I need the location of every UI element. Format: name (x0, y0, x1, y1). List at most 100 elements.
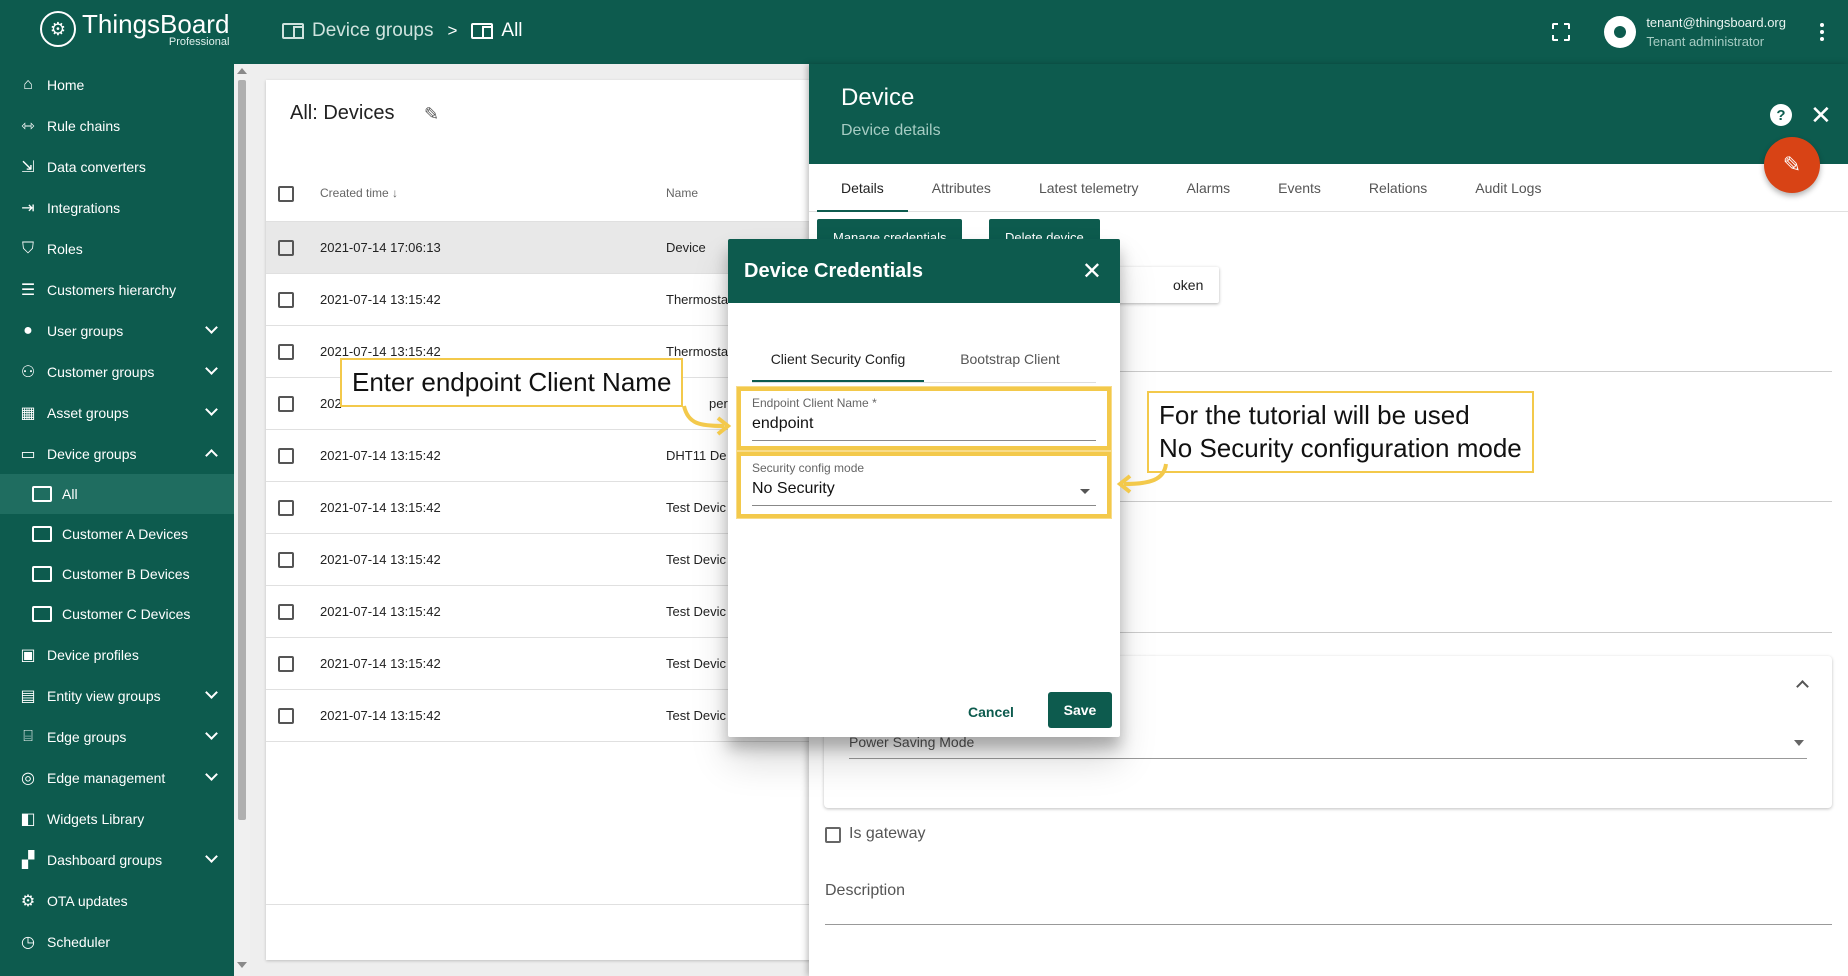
sidebar-subitem-customer-c-devices[interactable]: Customer C Devices (0, 594, 234, 634)
cancel-button[interactable]: Cancel (968, 704, 1014, 720)
tab-events[interactable]: Events (1254, 164, 1345, 212)
sidebar-item-customer-groups[interactable]: ⚇ Customer groups (0, 351, 234, 392)
sidebar-item-device-profiles[interactable]: ▣ Device profiles (0, 634, 234, 675)
is-gateway-checkbox[interactable] (825, 827, 841, 843)
dropdown-arrow-icon[interactable] (1794, 740, 1804, 746)
row-checkbox[interactable] (278, 708, 294, 724)
data-converters-icon: ⇲ (21, 158, 35, 176)
sidebar-item-device-groups[interactable]: ▭ Device groups (0, 433, 234, 474)
sidebar-item-user-groups[interactable]: ● User groups (0, 310, 234, 351)
tab-bootstrap-client[interactable]: Bootstrap Client (924, 335, 1096, 382)
sidebar-item-edge-management[interactable]: ◎ Edge management (0, 757, 234, 798)
security-mode-highlight (737, 452, 1111, 518)
panel-header: Device Device details ? ✕ (809, 64, 1848, 164)
tab-details[interactable]: Details (817, 164, 908, 212)
entity-view-icon: ▤ (20, 687, 36, 705)
callout-arrow-right (1116, 463, 1168, 494)
user-email: tenant@thingsboard.org (1646, 15, 1786, 30)
sidebar-item-customers-hierarchy[interactable]: ☰ Customers hierarchy (0, 269, 234, 310)
thingsboard-logo-icon: ⚙ (40, 11, 76, 47)
sidebar-item-entity-view-groups[interactable]: ▤ Entity view groups (0, 675, 234, 716)
chevron-down-icon (205, 362, 218, 375)
scroll-up-icon[interactable] (237, 68, 247, 74)
close-icon[interactable]: ✕ (1082, 257, 1102, 286)
copy-access-token-button[interactable]: oken (1109, 267, 1220, 303)
chevron-up-icon (205, 449, 218, 462)
close-icon[interactable]: ✕ (1810, 100, 1832, 131)
top-bar: ⚙ ThingsBoard Professional Device groups… (0, 0, 1848, 64)
edge-management-icon: ◎ (21, 769, 35, 787)
row-checkbox[interactable] (278, 240, 294, 256)
sidebar-item-scheduler[interactable]: ◷ Scheduler (0, 921, 234, 962)
row-checkbox[interactable] (278, 604, 294, 620)
dialog-header: Device Credentials ✕ (728, 239, 1120, 303)
sidebar-item-home[interactable]: ⌂ Home (0, 64, 234, 105)
tab-relations[interactable]: Relations (1345, 164, 1451, 212)
breadcrumb-device-groups[interactable]: Device groups (282, 20, 433, 42)
breadcrumb: Device groups > All (282, 20, 523, 42)
sidebar-item-data-converters[interactable]: ⇲ Data converters (0, 146, 234, 187)
edit-fab-button[interactable]: ✎ (1764, 137, 1820, 193)
tab-alarms[interactable]: Alarms (1163, 164, 1255, 212)
row-checkbox[interactable] (278, 500, 294, 516)
panel-title: Device (841, 84, 915, 111)
tab-client-security-config[interactable]: Client Security Config (752, 335, 924, 382)
column-created-time[interactable]: Created time ↓ (320, 186, 398, 200)
sidebar-item-edge-groups[interactable]: ⌸ Edge groups (0, 716, 234, 757)
panel-subtitle: Device details (841, 122, 941, 139)
sidebar-item-widgets-library[interactable]: ◧ Widgets Library (0, 798, 234, 839)
row-checkbox[interactable] (278, 396, 294, 412)
table-title: All: Devices (290, 102, 395, 124)
logo-subtitle: Professional (168, 36, 230, 48)
sidebar-item-asset-groups[interactable]: ▦ Asset groups (0, 392, 234, 433)
sidebar-item-ota-updates[interactable]: ⚙ OTA updates (0, 880, 234, 921)
user-info[interactable]: tenant@thingsboard.org Tenant administra… (1646, 15, 1786, 49)
tab-audit-logs[interactable]: Audit Logs (1451, 164, 1565, 212)
more-menu-icon[interactable] (1812, 23, 1832, 41)
chevron-down-icon (205, 768, 218, 781)
edit-icon[interactable]: ✎ (424, 104, 439, 125)
description-field[interactable]: Description (825, 882, 905, 900)
sidebar-item-roles[interactable]: ⛉ Roles (0, 228, 234, 269)
user-groups-icon: ● (23, 321, 33, 339)
sidebar-item-rule-chains[interactable]: ⇿ Rule chains (0, 105, 234, 146)
row-checkbox[interactable] (278, 292, 294, 308)
sidebar-subitem-all[interactable]: All (0, 474, 234, 514)
sidebar-subitem-customer-b-devices[interactable]: Customer B Devices (0, 554, 234, 594)
column-name[interactable]: Name (666, 186, 698, 200)
chevron-down-icon (205, 403, 218, 416)
device-group-icon (32, 606, 52, 622)
tab-attributes[interactable]: Attributes (908, 164, 1015, 212)
scheduler-icon: ◷ (21, 933, 35, 951)
sidebar-item-integrations[interactable]: ⇥ Integrations (0, 187, 234, 228)
breadcrumb-all[interactable]: All (471, 20, 523, 42)
device-group-icon (32, 566, 52, 582)
breadcrumb-separator: > (447, 21, 458, 40)
dashboard-icon: ▞ (21, 851, 35, 869)
select-all-checkbox[interactable] (278, 186, 294, 202)
row-checkbox[interactable] (278, 344, 294, 360)
sidebar-item-dashboard-groups[interactable]: ▞ Dashboard groups (0, 839, 234, 880)
sidebar-scroll-thumb[interactable] (238, 80, 246, 820)
row-checkbox[interactable] (278, 656, 294, 672)
rule-chains-icon: ⇿ (21, 117, 35, 135)
fullscreen-icon[interactable] (1552, 23, 1571, 41)
save-button[interactable]: Save (1048, 692, 1112, 728)
customer-groups-icon: ⚇ (20, 363, 36, 381)
widgets-icon: ◧ (20, 810, 36, 828)
chevron-down-icon (205, 850, 218, 863)
device-group-icon (282, 23, 304, 39)
dialog-title: Device Credentials (744, 260, 923, 282)
scroll-down-icon[interactable] (237, 962, 247, 968)
tab-latest-telemetry[interactable]: Latest telemetry (1015, 164, 1163, 212)
logo[interactable]: ⚙ ThingsBoard Professional (40, 10, 229, 48)
asset-groups-icon: ▦ (20, 404, 36, 422)
device-group-icon (471, 23, 494, 39)
user-avatar-icon[interactable] (1604, 16, 1637, 48)
row-checkbox[interactable] (278, 552, 294, 568)
help-icon[interactable]: ? (1770, 104, 1792, 126)
sidebar-subitem-customer-a-devices[interactable]: Customer A Devices (0, 514, 234, 554)
select-underline (849, 758, 1807, 759)
row-checkbox[interactable] (278, 448, 294, 464)
roles-icon: ⛉ (21, 239, 34, 257)
